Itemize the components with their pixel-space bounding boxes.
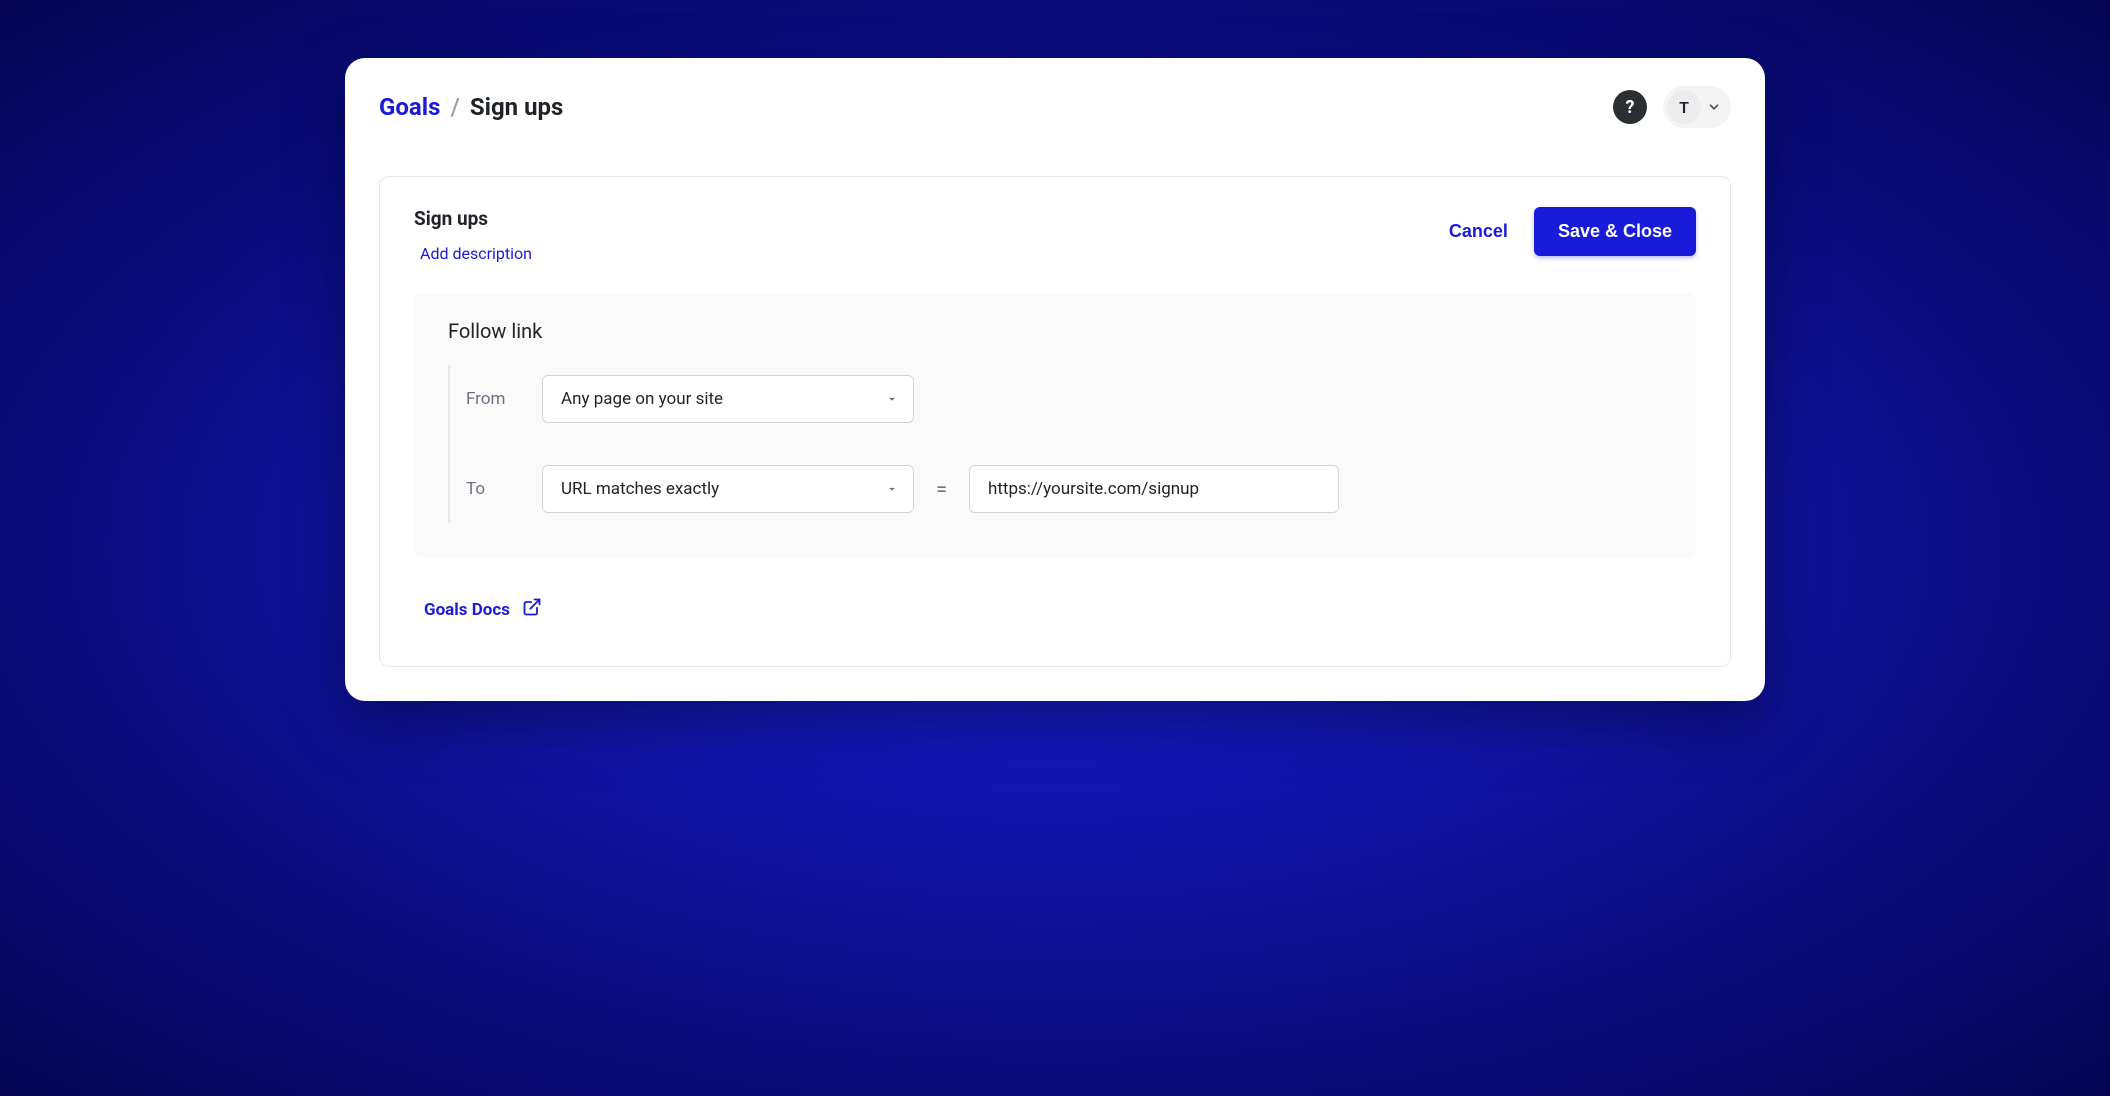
to-match-select[interactable]: URL matches exactly	[542, 465, 914, 513]
rule-row-to: To URL matches exactly =	[466, 455, 1662, 523]
help-icon[interactable]: ?	[1613, 90, 1647, 124]
breadcrumb-separator: /	[450, 93, 459, 121]
goal-name: Sign ups	[414, 207, 532, 230]
dropdown-icon	[885, 392, 899, 406]
goal-panel: Sign ups Add description Cancel Save & C…	[379, 176, 1731, 667]
breadcrumb-root[interactable]: Goals	[379, 93, 440, 121]
avatar: T	[1667, 90, 1701, 124]
save-button[interactable]: Save & Close	[1534, 207, 1696, 256]
from-select[interactable]: Any page on your site	[542, 375, 914, 423]
topbar: Goals / Sign ups ? T	[379, 86, 1731, 128]
panel-header: Sign ups Add description Cancel Save & C…	[414, 207, 1696, 263]
from-select-value: Any page on your site	[561, 389, 723, 409]
dropdown-icon	[885, 482, 899, 496]
panel-title-block: Sign ups Add description	[414, 207, 532, 263]
from-label: From	[466, 389, 520, 409]
goal-editor-card: Goals / Sign ups ? T Sign ups Add descri…	[345, 58, 1765, 701]
user-menu[interactable]: T	[1663, 86, 1731, 128]
top-controls: ? T	[1613, 86, 1731, 128]
breadcrumb-current: Sign ups	[470, 93, 564, 121]
to-label: To	[466, 479, 520, 499]
chevron-down-icon	[1707, 100, 1721, 114]
rule-box: Follow link From Any page on your site T…	[414, 293, 1696, 557]
equals-sign: =	[936, 477, 947, 501]
cancel-button[interactable]: Cancel	[1449, 221, 1508, 242]
rule-title: Follow link	[448, 319, 1662, 343]
breadcrumb: Goals / Sign ups	[379, 93, 563, 121]
panel-actions: Cancel Save & Close	[1449, 207, 1696, 256]
rule-row-from: From Any page on your site	[466, 365, 1662, 433]
rule-rows: From Any page on your site To URL matche…	[448, 365, 1662, 523]
add-description-button[interactable]: Add description	[420, 244, 532, 263]
to-url-input[interactable]	[969, 465, 1339, 513]
goals-docs-link[interactable]: Goals Docs	[424, 597, 542, 622]
to-match-select-value: URL matches exactly	[561, 479, 719, 499]
external-link-icon	[522, 597, 542, 622]
goals-docs-label: Goals Docs	[424, 600, 510, 620]
